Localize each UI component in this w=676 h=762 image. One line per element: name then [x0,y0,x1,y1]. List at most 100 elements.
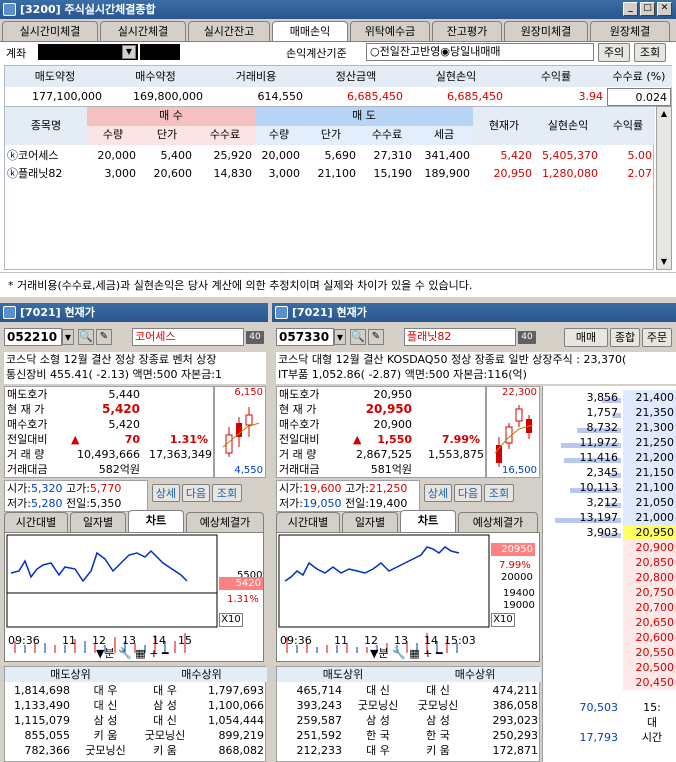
ask-price[interactable]: 21,250 [623,435,676,450]
right-query-button[interactable]: 조회 [484,484,514,502]
right-tab-expected[interactable]: 예상체결가 [458,512,538,532]
radio-intraday-icon[interactable]: ◉ [440,45,450,58]
row1-name[interactable]: ⓚ코어세스 [7,147,87,165]
close-button[interactable]: ✕ [657,2,672,16]
tab-ledger-unfilled[interactable]: 원장미체결 [504,21,588,41]
row2-name[interactable]: ⓚ플래닛82 [7,165,87,183]
chevron-down-icon[interactable]: ▼ [334,329,346,345]
bid-price[interactable]: 20,550 [623,645,676,660]
notice-button[interactable]: 주의 [598,43,630,62]
bid-price[interactable]: 20,850 [623,555,676,570]
left-chart-zoom[interactable]: X10 [219,613,243,627]
left-titlebar[interactable]: [7021] 현재가 [0,303,268,322]
bid-price[interactable]: 20,450 [623,675,676,690]
left-next-button[interactable]: 다음 [182,484,210,502]
rank-buy-broker[interactable]: 대 신 [136,713,194,728]
left-stock-name[interactable]: 코어세스 [132,328,244,346]
right-code-input[interactable]: 057330 [276,328,334,346]
right-next-button[interactable]: 다음 [454,484,482,502]
scroll-down-icon[interactable]: ▼ [657,255,671,269]
tab-deposit[interactable]: 위탁예수금 [350,21,430,41]
grid-icon[interactable]: ▦ [409,647,419,660]
left-tab-time[interactable]: 시간대별 [4,512,68,532]
bid-price[interactable]: 20,700 [623,600,676,615]
rank-sell-broker[interactable]: 삼 성 [75,713,136,728]
maximize-button[interactable]: □ [640,2,655,16]
right-tab-chart[interactable]: 차트 [400,510,456,532]
rank-sell-broker[interactable]: 대 우 [347,743,409,758]
zoom-in-icon[interactable]: + [423,647,432,660]
rank-sell-broker[interactable]: 굿모닝신 [347,698,409,713]
grid-icon[interactable]: ▦ [135,647,145,660]
rank-buy-broker[interactable]: 한 국 [409,728,467,743]
rank-buy-broker[interactable]: 굿모닝신 [409,698,467,713]
rank-buy-broker[interactable]: 삼 성 [136,698,194,713]
ask-price[interactable]: 21,150 [623,465,676,480]
zoom-out-icon[interactable]: ━ [162,647,169,660]
rank-sell-broker[interactable]: 굿모닝신 [75,743,136,758]
rank-buy-broker[interactable]: 대 우 [136,683,194,698]
left-query-button[interactable]: 조회 [212,484,242,502]
query-button[interactable]: 조회 [634,43,666,62]
tab-unfilled-realtime[interactable]: 실시간미체결 [2,21,98,41]
rank-sell-broker[interactable]: 대 신 [75,698,136,713]
grid-scrollbar[interactable]: ▲ ▼ [656,106,672,270]
search-icon[interactable]: 🔍 [350,329,366,345]
left-tab-expected[interactable]: 예상체결가 [186,512,264,532]
rank-buy-broker[interactable]: 키 움 [409,743,467,758]
memo-icon[interactable]: ✎ [368,329,384,345]
bid-price[interactable]: 20,900 [623,540,676,555]
ask-price[interactable]: 21,200 [623,450,676,465]
tab-filled-realtime[interactable]: 실시간체결 [100,21,186,41]
bid-price[interactable]: 20,650 [623,615,676,630]
right-summary-button[interactable]: 종합 [610,328,640,347]
zoom-out-icon[interactable]: ━ [436,647,443,660]
rank-sell-broker[interactable]: 삼 성 [347,713,409,728]
top-titlebar[interactable]: [3200] 주식실시간체결종합 _ □ ✕ [0,0,676,19]
ask-price[interactable]: 20,950 [623,525,676,540]
commission-input[interactable]: 0.024 [607,88,671,106]
scroll-up-icon[interactable]: ▲ [657,107,671,121]
rank-buy-broker[interactable]: 굿모닝신 [136,728,194,743]
right-stock-name[interactable]: 플래닛82 [404,328,516,346]
rank-buy-broker[interactable]: 삼 성 [409,713,467,728]
rank-sell-broker[interactable]: 키 움 [75,728,136,743]
rank-sell-broker[interactable]: 대 신 [347,683,409,698]
radio-prev-balance-label[interactable]: 전일잔고반영 [380,45,441,58]
ask-price[interactable]: 21,400 [623,390,676,405]
search-icon[interactable]: 🔍 [78,329,94,345]
right-tab-time[interactable]: 시간대별 [276,512,340,532]
bid-price[interactable]: 20,800 [623,570,676,585]
wrench-icon[interactable]: 🔧 [118,647,132,660]
left-tab-daily[interactable]: 일자별 [70,512,126,532]
tab-balance-eval[interactable]: 잔고평가 [432,21,502,41]
right-trade-button[interactable]: 매매 [564,328,608,347]
right-detail-button[interactable]: 상세 [424,484,452,502]
tab-trade-pnl[interactable]: 매매손익 [272,21,348,41]
right-order-button[interactable]: 주문 [642,328,672,347]
rank-sell-broker[interactable]: 대 우 [75,683,136,698]
chevron-down-icon[interactable]: ▼ [62,329,74,345]
tab-balance-realtime[interactable]: 실시간잔고 [188,21,270,41]
radio-intraday-label[interactable]: 당일내매매 [450,45,501,58]
rank-buy-broker[interactable]: 키 움 [136,743,194,758]
right-chart-zoom[interactable]: X10 [491,613,515,627]
zoom-in-icon[interactable]: + [149,647,158,660]
radio-prev-balance-icon[interactable]: ○ [370,45,380,58]
ask-price[interactable]: 21,350 [623,405,676,420]
right-titlebar[interactable]: [7021] 현재가 [272,303,676,322]
left-code-input[interactable]: 052210 [4,328,62,346]
bid-price[interactable]: 20,750 [623,585,676,600]
rank-buy-broker[interactable]: 대 신 [409,683,467,698]
memo-icon[interactable]: ✎ [96,329,112,345]
account-dropdown-icon[interactable]: ▼ [122,45,136,59]
minimize-button[interactable]: _ [623,2,638,16]
chart-period-label[interactable]: 분 [378,647,388,660]
chart-period-label[interactable]: 분 [104,647,114,660]
bid-price[interactable]: 20,600 [623,630,676,645]
ask-price[interactable]: 21,050 [623,495,676,510]
ask-price[interactable]: 21,000 [623,510,676,525]
left-detail-button[interactable]: 상세 [152,484,180,502]
ask-price[interactable]: 21,100 [623,480,676,495]
right-tab-daily[interactable]: 일자별 [342,512,398,532]
